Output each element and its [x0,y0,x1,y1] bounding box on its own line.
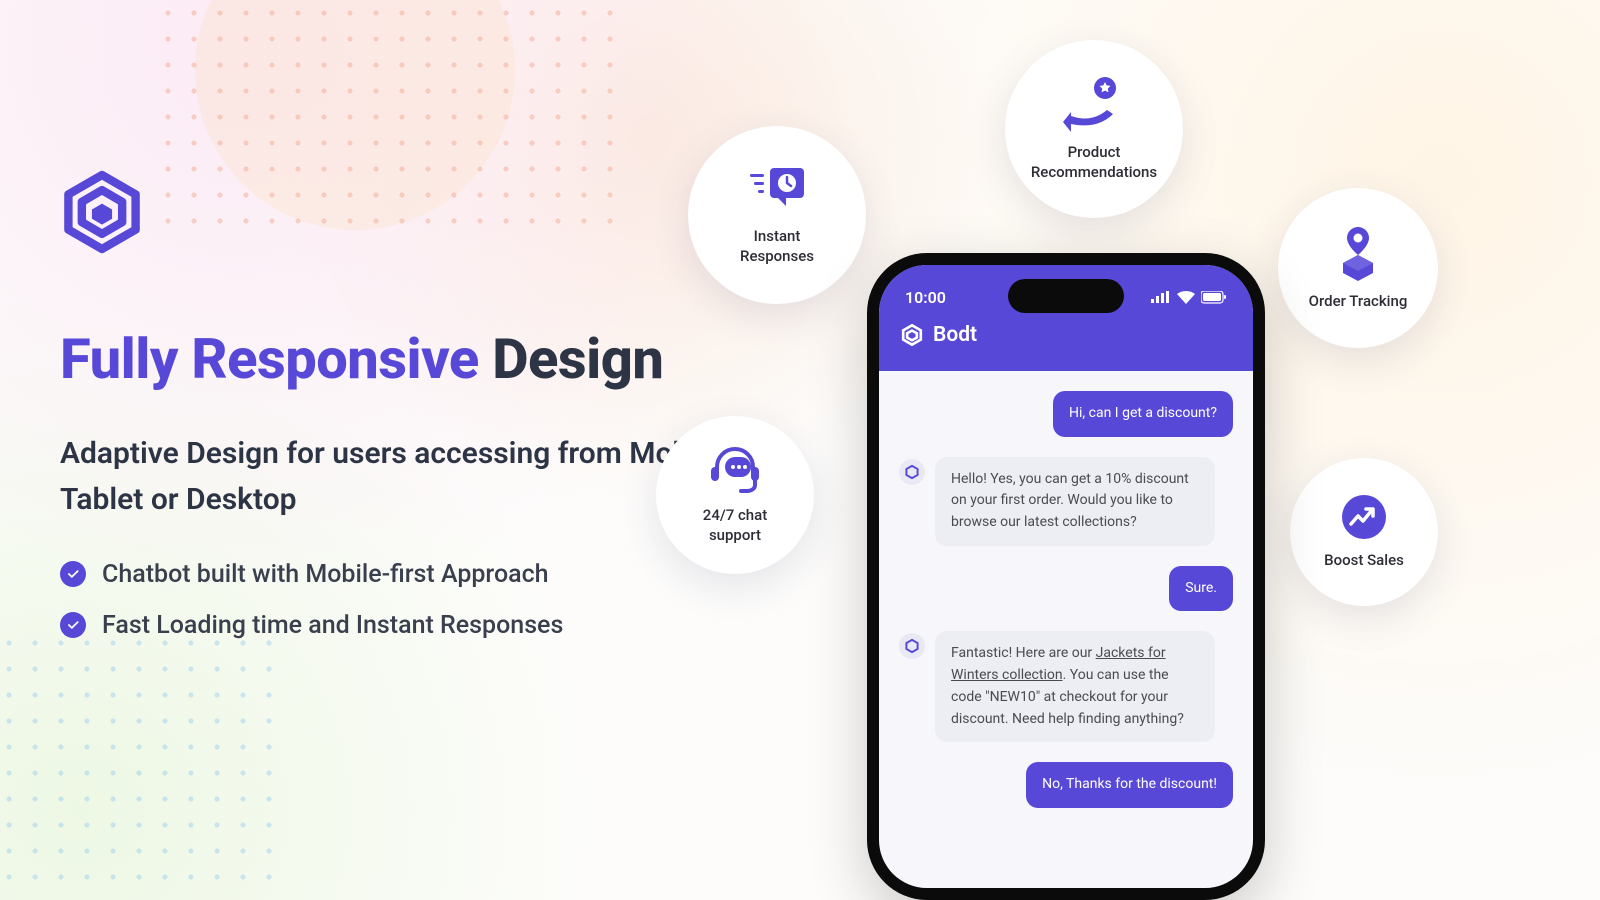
chat-thread: Hi, can I get a discount? Hello! Yes, yo… [879,371,1253,808]
headline-dark: Design [492,326,663,392]
badge-instant-responses: Instant Responses [688,126,866,304]
chat-bubble: Sure. [1169,566,1233,612]
chat-message-bot: Hello! Yes, you can get a 10% discount o… [899,457,1233,546]
phone-screen: 10:00 Bodt Hi, can I get a discount? [879,265,1253,888]
order-tracking-icon [1333,225,1383,281]
check-icon [60,612,86,638]
phone-notch [1008,279,1124,313]
hero-copy: Fully Responsive Design Adaptive Design … [60,170,740,662]
badge-boost-sales: Boost Sales [1290,458,1438,606]
app-title: Bodt [901,323,1231,347]
badge-product-recommendations: Product Recommendations [1005,40,1183,218]
bot-avatar-icon [899,633,925,659]
badge-label: Order Tracking [1309,291,1408,311]
chat-text: Fantastic! Here are our [951,645,1096,661]
bot-avatar-icon [899,459,925,485]
badge-label: 24/7 chat support [690,505,780,546]
decorative-dots-bottom [0,630,290,900]
feature-bullets: Chatbot built with Mobile-first Approach… [60,560,740,640]
support-headset-icon [707,445,763,495]
badge-order-tracking: Order Tracking [1278,188,1438,348]
app-name: Bodt [933,323,977,347]
page-title: Fully Responsive Design [60,329,740,391]
status-time: 10:00 [905,288,946,307]
instant-reply-icon [746,164,808,216]
chat-bubble: Hello! Yes, you can get a 10% discount o… [935,457,1215,546]
bullet-text: Chatbot built with Mobile-first Approach [102,560,549,589]
phone-mockup: 10:00 Bodt Hi, can I get a discount? [867,253,1265,900]
bullet-item: Chatbot built with Mobile-first Approach [60,560,740,589]
chat-message-user: No, Thanks for the discount! [899,762,1233,808]
badge-label: Instant Responses [722,226,832,267]
wifi-icon [1177,291,1195,304]
cellular-icon [1151,291,1171,303]
app-logo-icon [901,324,923,346]
badge-label: Product Recommendations [1019,142,1169,183]
brand-logo-icon [60,170,144,254]
status-icons [1151,291,1227,304]
boost-sales-icon [1341,494,1387,540]
headline-accent: Fully Responsive [60,326,492,392]
page-subtitle: Adaptive Design for users accessing from… [60,431,740,524]
chat-message-user: Sure. [899,566,1233,612]
chat-message-user: Hi, can I get a discount? [899,391,1233,437]
bullet-item: Fast Loading time and Instant Responses [60,611,740,640]
badge-label: Boost Sales [1324,550,1404,570]
check-icon [60,561,86,587]
chat-message-bot: Fantastic! Here are our Jackets for Wint… [899,631,1233,742]
product-recommendation-icon [1061,76,1127,132]
bullet-text: Fast Loading time and Instant Responses [102,611,563,640]
battery-icon [1201,291,1227,304]
badge-chat-support: 24/7 chat support [656,416,814,574]
chat-bubble: No, Thanks for the discount! [1026,762,1233,808]
chat-bubble: Fantastic! Here are our Jackets for Wint… [935,631,1215,742]
chat-bubble: Hi, can I get a discount? [1053,391,1233,437]
